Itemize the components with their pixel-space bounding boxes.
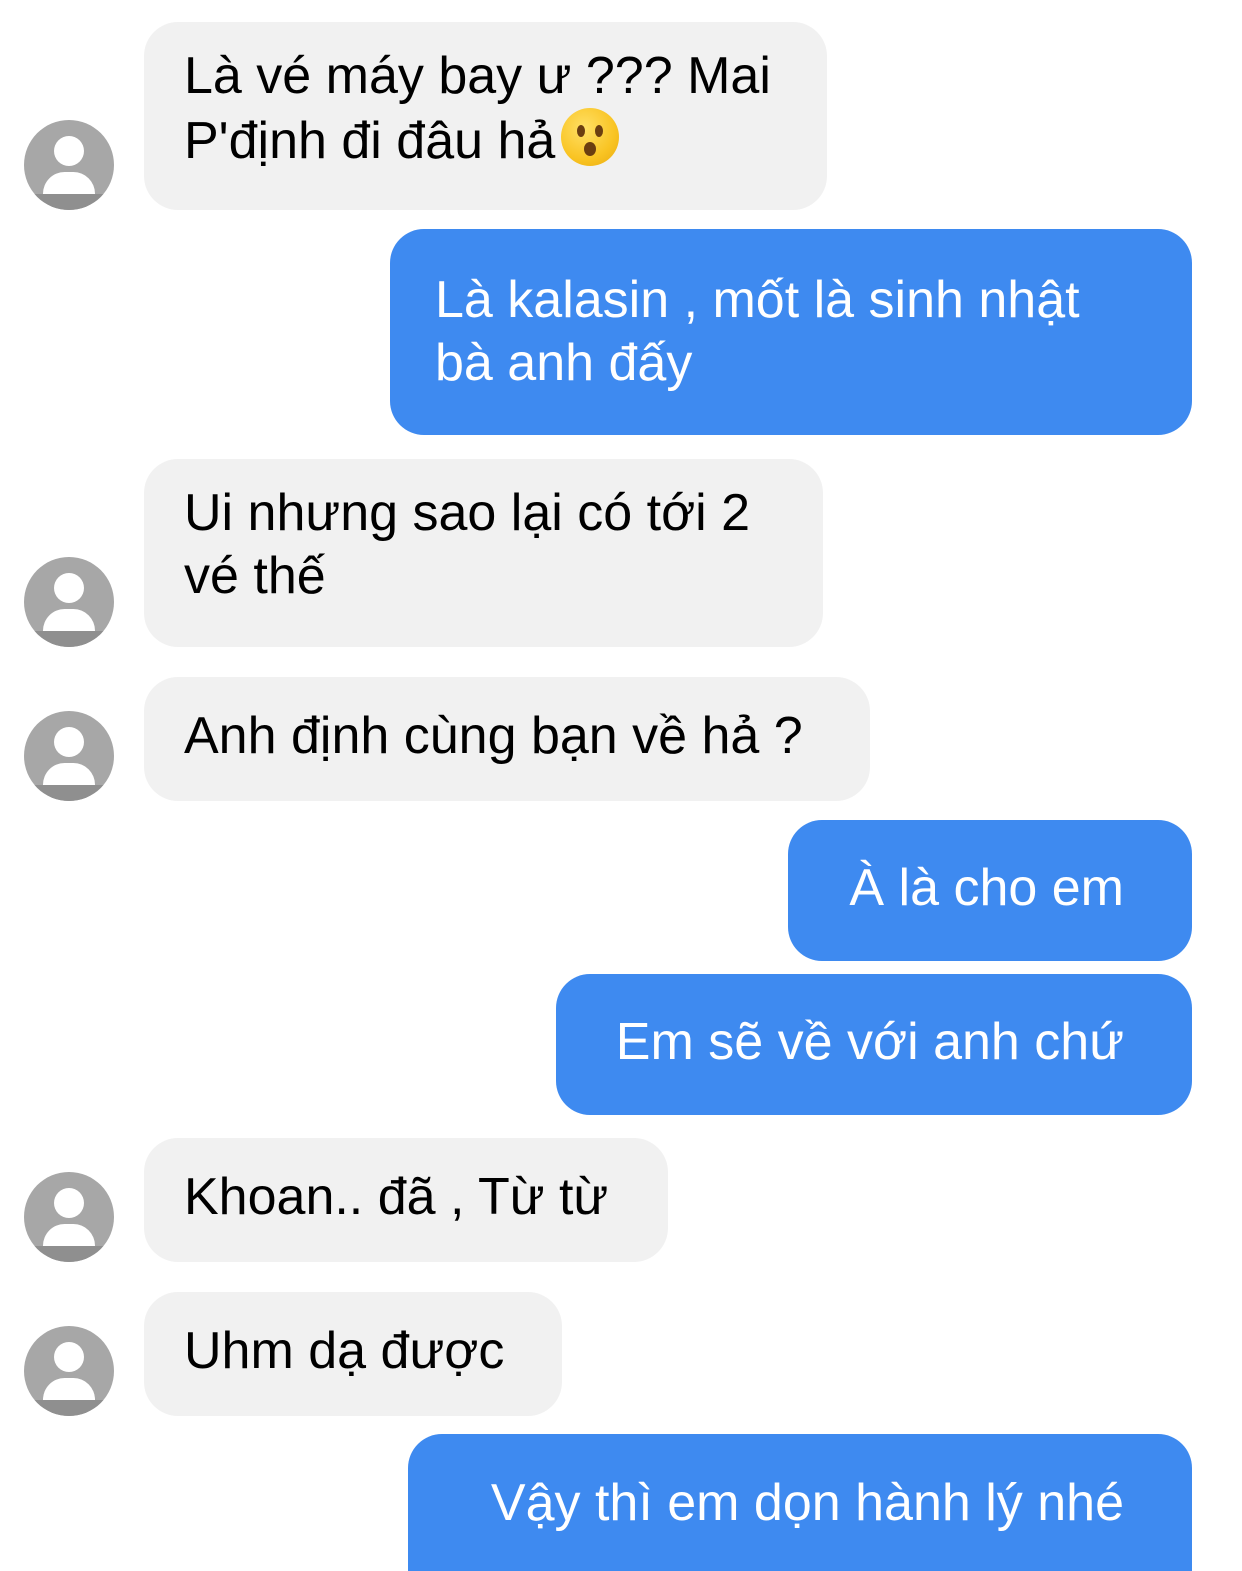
- message-text: Uhm dạ được: [184, 1322, 505, 1380]
- message-text: Vậy thì em dọn hành lý nhé: [490, 1474, 1124, 1532]
- message-text: À là cho em: [849, 859, 1124, 917]
- contact-avatar-icon[interactable]: [24, 711, 114, 801]
- avatar-shade: [24, 194, 114, 210]
- hushed-face-emoji-icon: [561, 108, 620, 166]
- contact-avatar-icon[interactable]: [24, 557, 114, 647]
- message-bubble-incoming[interactable]: Uhm dạ được: [144, 1292, 562, 1416]
- message-text: Là kalasin , mốt là sinh nhật bà anh đấy: [435, 271, 1080, 392]
- avatar-head-shape: [54, 1188, 84, 1218]
- message-bubble-outgoing[interactable]: À là cho em: [788, 820, 1192, 961]
- contact-avatar-icon[interactable]: [24, 1326, 114, 1416]
- avatar-shade: [24, 785, 114, 801]
- message-bubble-outgoing[interactable]: Em sẽ về với anh chứ: [556, 974, 1192, 1115]
- avatar-head-shape: [54, 727, 84, 757]
- avatar-shade: [24, 1246, 114, 1262]
- contact-avatar-icon[interactable]: [24, 1172, 114, 1262]
- message-text: Là vé máy bay ư ??? Mai P'định đi đâu hả: [184, 47, 771, 170]
- contact-avatar-icon[interactable]: [24, 120, 114, 210]
- avatar-shade: [24, 631, 114, 647]
- message-bubble-incoming[interactable]: Ui nhưng sao lại có tới 2 vé thế: [144, 459, 823, 647]
- message-text: Anh định cùng bạn về hả ?: [184, 707, 803, 765]
- avatar-head-shape: [54, 136, 84, 166]
- message-bubble-incoming[interactable]: Khoan.. đã , Từ từ: [144, 1138, 668, 1262]
- avatar-head-shape: [54, 573, 84, 603]
- message-text: Ui nhưng sao lại có tới 2 vé thế: [184, 484, 751, 605]
- message-thread[interactable]: Là vé máy bay ư ??? Mai P'định đi đâu hả…: [0, 0, 1242, 1571]
- avatar-head-shape: [54, 1342, 84, 1372]
- message-bubble-incoming[interactable]: Là vé máy bay ư ??? Mai P'định đi đâu hả: [144, 22, 827, 210]
- message-bubble-outgoing[interactable]: Là kalasin , mốt là sinh nhật bà anh đấy: [390, 229, 1192, 435]
- message-text: Khoan.. đã , Từ từ: [184, 1168, 609, 1226]
- avatar-shade: [24, 1400, 114, 1416]
- message-text: Em sẽ về với anh chứ: [615, 1013, 1124, 1071]
- message-bubble-outgoing[interactable]: Vậy thì em dọn hành lý nhé: [408, 1434, 1192, 1571]
- message-bubble-incoming[interactable]: Anh định cùng bạn về hả ?: [144, 677, 870, 801]
